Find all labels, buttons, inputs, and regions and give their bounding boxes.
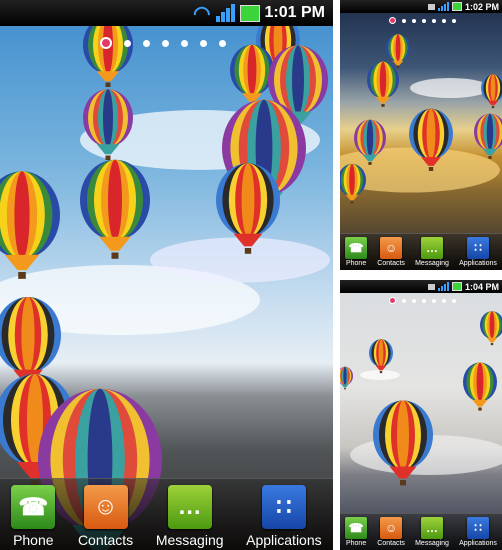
page-dot[interactable]: [432, 18, 436, 23]
page-dot[interactable]: [162, 39, 169, 47]
hot-air-balloon: [0, 171, 60, 279]
applications-app[interactable]: ∷ Applications: [459, 517, 497, 550]
messaging-icon: …: [421, 237, 444, 259]
signal-icon: [437, 282, 449, 291]
home-screen-hazy: 1:04 PM ☎ Phone ☺ Contacts … Messaging ∷ App…: [340, 280, 502, 550]
phone-icon: ☎: [11, 485, 56, 529]
page-dot[interactable]: [402, 18, 406, 23]
hot-air-balloon: [474, 113, 502, 159]
balloon-wallpaper: [340, 34, 502, 204]
page-dot[interactable]: [422, 18, 426, 23]
hot-air-balloon: [369, 339, 393, 374]
phone-icon: ☎: [345, 517, 368, 539]
applications-grid-icon: ∷: [467, 517, 490, 539]
hot-air-balloon: [367, 61, 399, 107]
page-dot[interactable]: [412, 298, 416, 303]
page-dot[interactable]: [432, 298, 436, 303]
contacts-icon: ☺: [380, 237, 403, 259]
page-dot[interactable]: [422, 298, 426, 303]
page-dot[interactable]: [389, 17, 396, 24]
hot-air-balloon: [463, 362, 497, 411]
contacts-icon: ☺: [83, 485, 128, 529]
cloud: [150, 237, 330, 283]
signal-icon: [437, 2, 449, 11]
hot-air-balloon: [83, 16, 133, 87]
hot-air-balloon: [230, 44, 274, 107]
page-dot[interactable]: [100, 37, 112, 49]
home-screen-sunset: 1:02 PM ☎ Phone ☺ Contacts … Messaging ∷ App…: [340, 0, 502, 270]
page-indicator[interactable]: [100, 37, 226, 49]
contacts-app[interactable]: ☺ Contacts: [78, 485, 133, 550]
messaging-app[interactable]: … Messaging: [156, 485, 224, 550]
battery-icon: [239, 4, 260, 22]
page-indicator[interactable]: [389, 17, 456, 24]
wifi-icon: ◠: [193, 2, 211, 25]
applications-app[interactable]: ∷ Applications: [459, 237, 497, 270]
page-dot[interactable]: [402, 298, 406, 303]
page-dot[interactable]: [181, 39, 188, 47]
battery-icon: [451, 282, 462, 291]
messaging-app[interactable]: … Messaging: [415, 237, 449, 270]
page-dot[interactable]: [389, 297, 396, 304]
page-dot[interactable]: [412, 18, 416, 23]
hot-air-balloon: [340, 163, 366, 204]
clock: 1:02 PM: [464, 1, 499, 12]
page-dot[interactable]: [219, 39, 226, 47]
battery-icon: [451, 2, 462, 11]
hot-air-balloon: [340, 366, 353, 390]
status-bar: 1:04 PM: [340, 280, 502, 293]
balloon-wallpaper: [340, 311, 502, 486]
phone-app[interactable]: ☎ Phone: [345, 517, 368, 550]
contacts-app[interactable]: ☺ Contacts: [377, 237, 405, 270]
clock: 1:04 PM: [464, 281, 499, 292]
status-bar: 1:02 PM: [340, 0, 502, 13]
balloon-wallpaper: [0, 14, 330, 550]
dock: ☎ Phone ☺ Contacts … Messaging ∷ Application…: [340, 233, 502, 270]
contacts-icon: ☺: [380, 517, 403, 539]
dock: ☎ Phone ☺ Contacts … Messaging ∷ Application…: [340, 513, 502, 550]
clock: 1:01 PM: [264, 4, 325, 21]
applications-grid-icon: ∷: [467, 237, 490, 259]
dock: ☎ Phone ☺ Contacts … Messaging ∷ Application…: [0, 478, 333, 550]
cloud: [410, 78, 490, 98]
page-dot[interactable]: [442, 298, 446, 303]
messaging-icon: …: [421, 517, 444, 539]
hot-air-balloon: [481, 74, 502, 109]
phone-app[interactable]: ☎ Phone: [345, 237, 368, 270]
page-dot[interactable]: [442, 18, 446, 23]
hot-air-balloon: [386, 34, 410, 69]
applications-app[interactable]: ∷ Applications: [246, 485, 322, 550]
page-indicator[interactable]: [389, 297, 456, 304]
page-dot[interactable]: [143, 39, 150, 47]
sim-icon: [427, 283, 435, 290]
home-screen-large: ◠ 1:01 PM ☎ Phone ☺ Contacts … Messaging ∷ A…: [0, 0, 333, 550]
phone-app[interactable]: ☎ Phone: [11, 485, 56, 550]
messaging-icon: …: [167, 485, 212, 529]
hot-air-balloon: [480, 311, 502, 346]
applications-grid-icon: ∷: [261, 485, 306, 529]
phone-icon: ☎: [345, 237, 368, 259]
contacts-app[interactable]: ☺ Contacts: [377, 517, 405, 550]
messaging-app[interactable]: … Messaging: [415, 517, 449, 550]
page-dot[interactable]: [452, 298, 456, 303]
status-bar: ◠ 1:01 PM: [0, 0, 333, 26]
signal-icon: [215, 4, 235, 22]
page-dot[interactable]: [124, 39, 131, 47]
hot-air-balloon: [80, 159, 150, 259]
page-dot[interactable]: [452, 18, 456, 23]
sim-icon: [427, 3, 435, 10]
page-dot[interactable]: [200, 39, 207, 47]
